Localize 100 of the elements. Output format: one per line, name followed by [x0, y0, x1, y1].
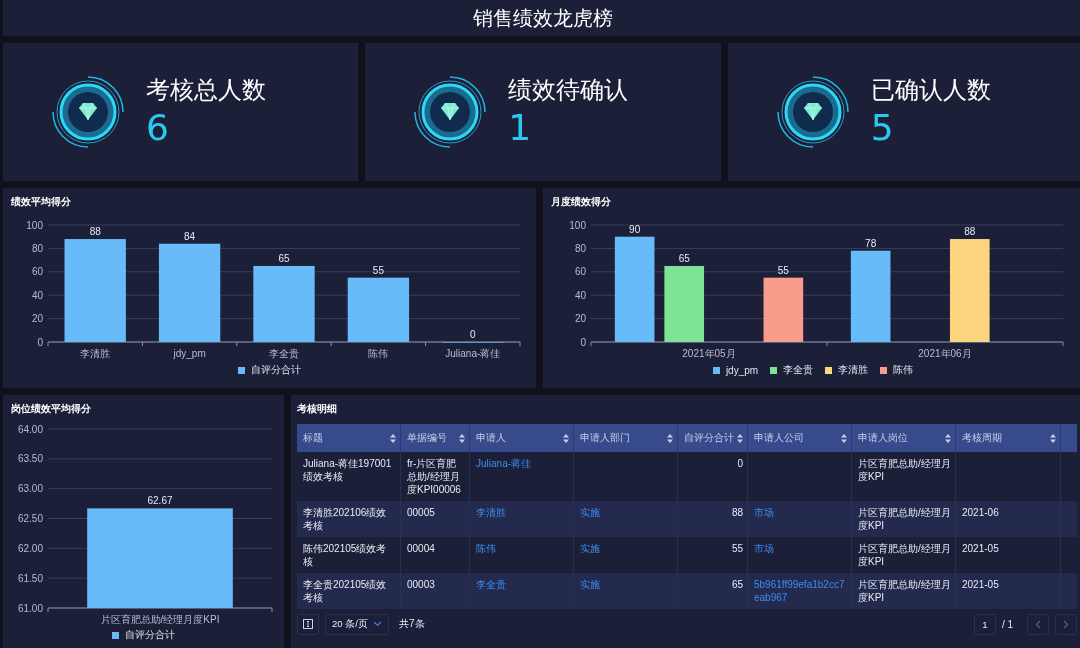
axis-tick-label: 64.00 [17, 423, 43, 435]
legend-label: 李全贵 [783, 363, 814, 377]
axis-tick-label: 0 [36, 336, 43, 348]
axis-tick-label: 40 [574, 289, 586, 301]
sort-icon[interactable] [390, 433, 396, 443]
table-link[interactable]: Juliana-蒋佳 [476, 457, 569, 470]
data-label: 55 [777, 264, 789, 276]
sort-icon[interactable] [945, 433, 951, 443]
stat-value: 5 [870, 106, 895, 150]
legend-label: 陈伟 [893, 363, 914, 377]
legend-label: 李清胜 [838, 363, 869, 377]
chart-title: 绩效平均得分 [11, 195, 71, 209]
axis-tick-label: 62.00 [17, 542, 43, 554]
dashboard-title: 销售绩效龙虎榜 [473, 4, 613, 32]
table-cell: Juliana-蒋佳197001绩效考核 [303, 458, 392, 482]
data-label: 84 [183, 230, 195, 242]
table-cell: 55 [731, 543, 743, 554]
data-label: 55 [372, 264, 384, 276]
table-cell: 片区育肥总助/经理月度KPI [858, 543, 951, 567]
page-size-select[interactable]: 20 条/页 [325, 613, 389, 635]
chevron-down-icon[interactable] [373, 621, 382, 627]
table-cell: 陈伟202105绩效考核 [303, 543, 387, 567]
stat-label: 绩效待确认 [508, 75, 629, 106]
table-cell: 片区育肥总助/经理月度KPI [858, 507, 951, 531]
stat-value: 6 [146, 106, 170, 150]
table-cell: 88 [731, 507, 743, 518]
legend-label: 自评分合计 [251, 363, 301, 377]
data-label: 88 [964, 226, 976, 238]
data-label: 0 [469, 329, 476, 340]
total-count: 共7条 [399, 617, 425, 631]
table-link[interactable]: 实施 [580, 506, 673, 519]
diamond-badge-icon [412, 74, 489, 150]
table-cell: 片区育肥总助/经理月度KPI [858, 458, 951, 482]
chart-title: 月度绩效得分 [551, 195, 611, 209]
sort-icon[interactable] [841, 433, 847, 443]
sort-icon[interactable] [1050, 433, 1056, 443]
table-cell: 00004 [407, 543, 435, 554]
axis-tick-label: 80 [31, 242, 43, 254]
chart-title: 岗位绩效平均得分 [11, 402, 91, 416]
table-cell: 65 [731, 579, 743, 590]
data-label: 62.67 [147, 495, 172, 507]
diamond-badge-icon [50, 74, 126, 150]
axis-tick-label: 20 [31, 313, 43, 325]
bar [347, 277, 409, 342]
category-label: 李清胜 [79, 348, 110, 359]
table-link[interactable]: 李全贵 [476, 578, 569, 591]
table-cell: 0 [737, 458, 743, 469]
table-cell: 2021-05 [962, 579, 999, 590]
column-settings-icon[interactable] [303, 619, 313, 629]
chevron-left-icon[interactable] [1035, 619, 1041, 629]
table-cell: 00005 [407, 507, 435, 518]
table-link[interactable]: 5b961ff99efa1b2cc7eab967 [754, 578, 847, 604]
chevron-right-icon[interactable] [1063, 619, 1069, 629]
table-cell: 2021-05 [962, 543, 999, 554]
category-label: 陈伟 [367, 348, 388, 359]
table-link[interactable]: 李清胜 [476, 506, 569, 519]
table-link[interactable]: 实施 [580, 578, 673, 591]
axis-tick-label: 0 [580, 336, 586, 348]
category-label: 李全贵 [268, 348, 299, 359]
table-cell: 李全贵202105绩效考核 [303, 579, 387, 603]
sort-icon[interactable] [459, 433, 465, 443]
axis-tick-label: 100 [25, 219, 43, 231]
data-label: 78 [865, 237, 877, 249]
category-label: Juliana-蒋佳 [444, 348, 500, 359]
table-link[interactable]: 市场 [754, 542, 847, 555]
axis-tick-label: 63.50 [17, 453, 43, 465]
axis-tick-label: 61.50 [17, 572, 43, 584]
sort-icon[interactable] [667, 433, 673, 443]
legend-label: jdy_pm [725, 364, 759, 376]
category-label: 片区育肥总助/经理月度KPI [100, 614, 219, 624]
axis-tick-label: 20 [574, 313, 586, 325]
table-link[interactable]: 陈伟 [476, 542, 569, 555]
data-label: 88 [89, 226, 101, 238]
table-cell: 2021-06 [962, 507, 999, 518]
legend-label: 自评分合计 [125, 628, 175, 642]
table-cell: 00003 [407, 579, 435, 590]
sort-icon[interactable] [563, 433, 569, 443]
table-link[interactable]: 实施 [580, 542, 673, 555]
table-link[interactable]: 市场 [754, 506, 847, 519]
axis-tick-label: 60 [31, 266, 43, 278]
data-label: 90 [629, 223, 641, 235]
stat-value: 1 [508, 106, 533, 150]
page-count: / 1 [1001, 618, 1013, 630]
sort-icon[interactable] [737, 433, 743, 443]
stat-label: 考核总人数 [146, 75, 266, 106]
bar [763, 277, 804, 342]
column-settings-button[interactable] [297, 613, 319, 635]
table-cell: fr-片区育肥总助/经理月度KPI00006 [407, 458, 461, 495]
page-input[interactable]: 1 [973, 613, 996, 635]
category-label: 2021年06月 [918, 348, 972, 359]
axis-tick-label: 100 [569, 219, 586, 231]
axis-tick-label: 63.00 [17, 483, 43, 495]
axis-tick-label: 62.50 [17, 513, 43, 524]
diamond-badge-icon [774, 74, 851, 150]
axis-tick-label: 40 [31, 289, 43, 301]
axis-tick-label: 60 [574, 266, 586, 278]
stat-label: 已确认人数 [870, 75, 991, 106]
category-label: jdy_pm [173, 348, 206, 359]
table-cell: 片区育肥总助/经理月度KPI [858, 579, 951, 603]
data-label: 65 [277, 252, 290, 264]
